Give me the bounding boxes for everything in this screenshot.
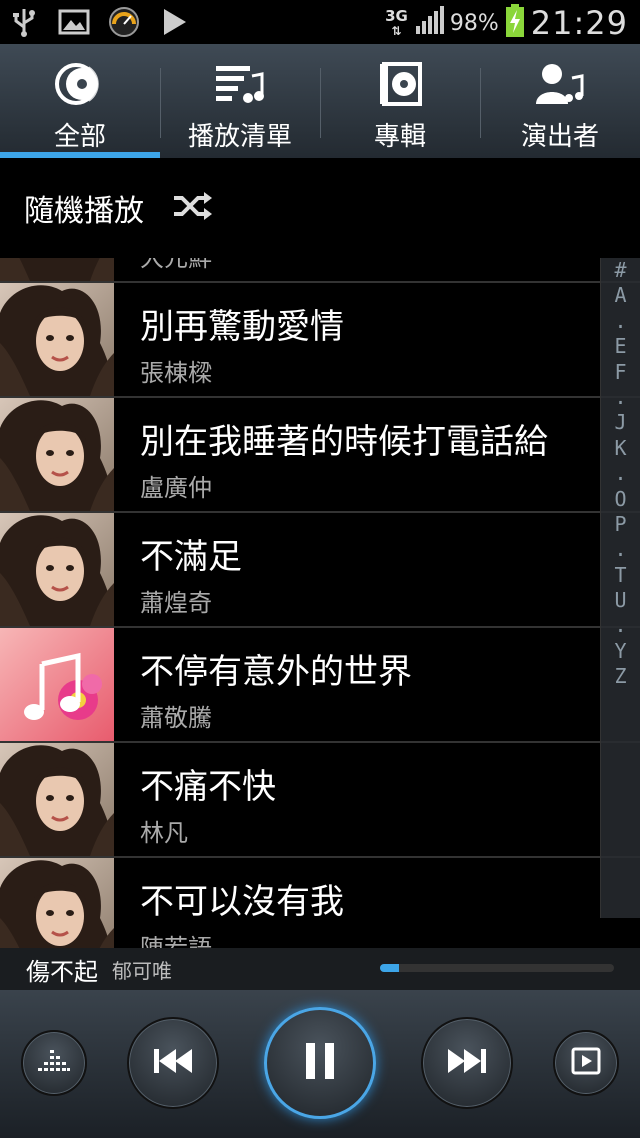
shuffle-icon [172, 191, 214, 225]
artist-icon [534, 62, 586, 110]
signal-icon [414, 6, 444, 40]
index-letter[interactable]: P [601, 512, 640, 537]
now-playing-title: 傷不起 [26, 957, 98, 986]
album-art-thumbnail [0, 513, 114, 626]
index-letter[interactable]: K [601, 436, 640, 461]
song-row[interactable]: 不滿足 蕭煌奇 [0, 513, 640, 628]
song-row[interactable]: 別在我睡著的時候打電話給盧廣仲 [0, 398, 640, 513]
now-playing-bar[interactable]: 傷不起 郁可唯 [0, 948, 640, 990]
now-playing-screen-icon [571, 1047, 601, 1079]
next-button[interactable] [421, 1017, 513, 1109]
index-letter[interactable]: U [601, 588, 640, 613]
battery-charging-icon [505, 4, 525, 42]
album-art-thumbnail [0, 398, 114, 511]
index-letter[interactable]: . [601, 309, 640, 334]
equalizer-icon [37, 1046, 71, 1080]
playlist-icon [214, 62, 266, 110]
status-bar: 3G ⇅ 98% 21:29 [0, 0, 640, 44]
play-store-icon [158, 6, 190, 38]
song-artist: 張棟樑 [140, 359, 212, 387]
clock: 21:29 [530, 4, 628, 42]
tab-label: 演出者 [520, 122, 599, 152]
index-letter[interactable]: . [601, 613, 640, 638]
tab-label: 全部 [53, 122, 106, 152]
tab-playlists[interactable]: 播放清單 [160, 44, 320, 158]
song-row[interactable]: 不可以沒有我 陳若語 [0, 858, 640, 948]
image-icon [58, 6, 90, 38]
playback-controls [0, 990, 640, 1138]
alphabet-index[interactable]: # A. E F. J K. O P. T U. Y Z [600, 258, 640, 918]
song-title: 不痛不快 [140, 767, 276, 807]
song-row[interactable]: 不痛不快 林凡 [0, 743, 640, 858]
album-art-thumbnail [0, 283, 114, 396]
speedometer-icon [108, 6, 140, 38]
album-art-thumbnail [0, 628, 114, 741]
album-icon [374, 62, 426, 110]
index-letter[interactable]: T [601, 563, 640, 588]
index-letter[interactable]: F [601, 360, 640, 385]
index-letter[interactable]: A [601, 283, 640, 308]
network-type: 3G ⇅ [385, 6, 408, 38]
progress-bar[interactable] [380, 964, 614, 972]
tab-albums[interactable]: 專輯 [320, 44, 480, 158]
album-art-thumbnail [0, 258, 114, 281]
previous-button[interactable] [127, 1017, 219, 1109]
tab-artists[interactable]: 演出者 [480, 44, 640, 158]
song-row[interactable]: 大元鮮 [0, 258, 640, 283]
now-playing-screen-button[interactable] [553, 1030, 619, 1096]
progress-fill [380, 964, 399, 972]
song-artist: 陳若語 [140, 934, 212, 948]
disc-icon [54, 62, 106, 110]
song-artist: 蕭敬騰 [140, 704, 212, 732]
tab-label: 專輯 [373, 122, 426, 152]
song-title: 不可以沒有我 [140, 882, 344, 922]
index-letter[interactable]: E [601, 334, 640, 359]
next-icon [447, 1048, 487, 1078]
index-letter[interactable]: . [601, 385, 640, 410]
pause-button[interactable] [264, 1007, 376, 1119]
song-artist: 蕭煌奇 [140, 589, 212, 617]
index-letter[interactable]: . [601, 461, 640, 486]
tab-all[interactable]: 全部 [0, 44, 160, 158]
song-artist: 林凡 [140, 819, 188, 847]
index-letter[interactable]: # [601, 258, 640, 283]
song-title: 別再驚動愛情 [140, 307, 344, 347]
album-art-thumbnail [0, 743, 114, 856]
song-row[interactable]: 不停有意外的世界蕭敬騰 [0, 628, 640, 743]
song-row[interactable]: 別再驚動愛情 張棟樑 [0, 283, 640, 398]
song-artist: 大元鮮 [140, 258, 212, 272]
song-list[interactable]: 大元鮮 別再驚動愛情張棟樑 別在我睡著的時候打電話給盧廣仲 不滿足蕭煌奇 不停有… [0, 258, 640, 948]
album-art-thumbnail [0, 858, 114, 948]
song-title: 不滿足 [140, 537, 242, 577]
index-letter[interactable]: J [601, 410, 640, 435]
shuffle-label: 隨機播放 [24, 194, 144, 229]
shuffle-all-button[interactable]: 隨機播放 [0, 158, 640, 258]
tab-bar: 全部 播放清單 專輯 演出者 [0, 44, 640, 158]
index-letter[interactable]: Y [601, 639, 640, 664]
previous-icon [153, 1048, 193, 1078]
equalizer-button[interactable] [21, 1030, 87, 1096]
index-letter[interactable]: . [601, 537, 640, 562]
battery-percent: 98% [449, 10, 499, 36]
usb-icon [8, 6, 40, 38]
index-letter[interactable]: Z [601, 664, 640, 689]
tab-label: 播放清單 [187, 122, 292, 152]
song-artist: 盧廣仲 [140, 474, 212, 502]
song-title: 別在我睡著的時候打電話給 [140, 422, 548, 462]
index-letter[interactable]: O [601, 487, 640, 512]
now-playing-artist: 郁可唯 [112, 958, 172, 983]
pause-icon [305, 1042, 335, 1084]
song-title: 不停有意外的世界 [140, 652, 412, 692]
